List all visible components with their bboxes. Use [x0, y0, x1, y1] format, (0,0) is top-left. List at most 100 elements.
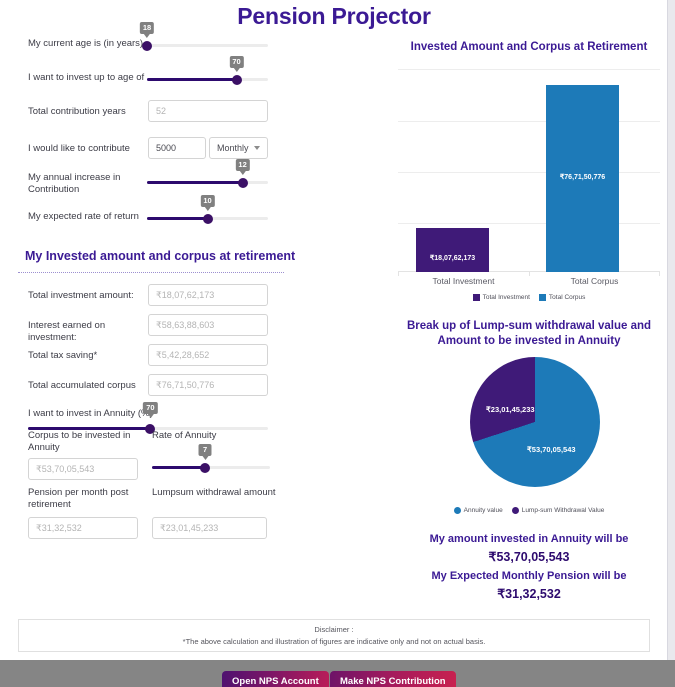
- gridline: [398, 69, 660, 70]
- slider-value-bubble: 70: [143, 402, 158, 418]
- pension-per-month-label: Pension per month post retirement: [28, 487, 148, 511]
- field-invest-upto-age: I want to invest up to age of 70: [0, 56, 300, 98]
- current-age-label: My current age is (in years): [28, 38, 144, 49]
- gridline: [398, 121, 660, 122]
- pension-label-line1: Pension per month post: [28, 487, 129, 498]
- expected-rate-label: My expected rate of return: [28, 211, 139, 222]
- pie-slice-label-lumpsum: ₹23,01,45,233: [486, 405, 535, 414]
- field-total-contribution-years: Total contribution years 52: [0, 98, 300, 135]
- slider-track[interactable]: [147, 44, 268, 47]
- input-panel: My current age is (in years) 18 I want t…: [0, 22, 300, 232]
- current-age-slider[interactable]: 18: [139, 22, 268, 56]
- pension-projector-page: Pension Projector My current age is (in …: [0, 0, 675, 687]
- make-nps-contribution-button[interactable]: Make NPS Contribution: [330, 671, 456, 687]
- total-contribution-years-label: Total contribution years: [28, 106, 126, 117]
- slider-knob[interactable]: [231, 74, 242, 85]
- page-title: Pension Projector: [237, 3, 431, 29]
- chevron-down-icon: [254, 146, 260, 150]
- contribution-amount-input[interactable]: 5000: [148, 137, 206, 159]
- slider-fill: [147, 217, 208, 220]
- annual-increase-slider[interactable]: 12: [147, 159, 268, 193]
- field-total-investment-amount: Total investment amount: ₹18,07,62,173: [0, 284, 300, 314]
- legend-label: Total Corpus: [548, 294, 586, 301]
- section-divider: [18, 272, 284, 273]
- field-contribute: I would like to contribute 5000 Monthly: [0, 135, 300, 170]
- pension-per-month-input[interactable]: ₹31,32,532: [28, 517, 138, 539]
- annuity-summary-value: ₹53,70,05,543: [488, 550, 570, 564]
- rate-of-annuity-slider[interactable]: 7: [152, 444, 270, 478]
- total-investment-amount-input[interactable]: ₹18,07,62,173: [148, 284, 268, 306]
- pie-chart: ₹23,01,45,233 ₹53,70,05,543: [390, 355, 668, 505]
- slider-value-bubble: 18: [139, 22, 155, 38]
- annual-increase-label-line2: Contribution: [28, 184, 80, 195]
- legend-item[interactable]: Total Corpus: [538, 294, 586, 301]
- field-expected-rate: My expected rate of return 10: [0, 195, 300, 232]
- contribution-frequency-select[interactable]: Monthly: [209, 137, 268, 159]
- footer-bar: Open NPS Account Make NPS Contribution: [0, 660, 675, 687]
- pie-slice-label-annuity: ₹53,70,05,543: [527, 445, 576, 454]
- charts-panel: Invested Amount and Corpus at Retirement…: [390, 40, 668, 604]
- invest-upto-age-slider[interactable]: 70: [147, 56, 268, 90]
- bar-chart-legend: Total Investment Total Corpus: [390, 294, 668, 301]
- slider-fill: [152, 466, 206, 469]
- legend-label: Lump-sum Withdrawal Value: [521, 507, 605, 514]
- legend-label: Annuity value: [463, 507, 503, 514]
- slider-fill: [147, 181, 243, 184]
- interest-earned-label: Interest earned on investment:: [28, 320, 106, 343]
- total-accumulated-corpus-input[interactable]: ₹76,71,50,776: [148, 374, 268, 396]
- legend-swatch-icon: [472, 294, 480, 301]
- legend-item[interactable]: Annuity value: [453, 507, 503, 514]
- lumpsum-withdrawal-input[interactable]: ₹23,01,45,233: [152, 517, 267, 539]
- open-nps-account-button[interactable]: Open NPS Account: [222, 671, 329, 687]
- field-interest-earned: Interest earned on investment: ₹58,63,88…: [0, 314, 300, 344]
- gridline: [398, 223, 660, 224]
- expected-rate-slider[interactable]: 10: [147, 195, 268, 229]
- slider-value-bubble: 7: [198, 444, 212, 460]
- disclaimer-text: *The above calculation and illustration …: [182, 637, 486, 646]
- slider-fill: [147, 78, 237, 81]
- bar-category-label: Total Corpus: [570, 276, 619, 286]
- gridline: [398, 172, 660, 173]
- field-total-accumulated-corpus: Total accumulated corpus ₹76,71,50,776: [0, 374, 300, 400]
- slider-value-bubble: 12: [235, 159, 250, 175]
- field-annual-increase: My annual increase in Contribution 12: [0, 159, 300, 202]
- bar-value-label: ₹76,71,50,776: [559, 174, 606, 181]
- field-total-tax-saving: Total tax saving* ₹5,42,28,652: [0, 344, 300, 374]
- interest-earned-input[interactable]: ₹58,63,88,603: [148, 314, 268, 336]
- total-accumulated-corpus-label: Total accumulated corpus: [28, 380, 136, 391]
- pie-chart-legend: Annuity value Lump-sum Withdrawal Value: [390, 507, 668, 514]
- total-tax-saving-label: Total tax saving*: [28, 350, 98, 361]
- legend-item[interactable]: Total Investment: [472, 294, 530, 301]
- legend-swatch-icon: [511, 507, 519, 514]
- bar-chart: ₹18,07,62,173 ₹76,71,50,776 Total Invest…: [398, 67, 660, 286]
- results-section-heading: My Invested amount and corpus at retirem…: [25, 249, 296, 263]
- pension-summary-label: My Expected Monthly Pension will be: [431, 570, 627, 582]
- corpus-annuity-label: Corpus to be invested in Annuity: [28, 430, 131, 453]
- total-contribution-years-input[interactable]: 52: [148, 100, 268, 122]
- lumpsum-withdrawal-label: Lumpsum withdrawal amount: [152, 487, 276, 498]
- legend-swatch-icon: [538, 294, 546, 301]
- annual-increase-label: My annual increase in Contribution: [28, 172, 148, 196]
- slider-knob[interactable]: [142, 40, 152, 51]
- page-sheet: Pension Projector My current age is (in …: [0, 0, 668, 660]
- bar-category-label: Total Investment: [432, 276, 495, 286]
- bar-total-corpus: ₹76,71,50,776: [546, 85, 619, 272]
- legend-item[interactable]: Lump-sum Withdrawal Value: [511, 507, 605, 514]
- slider-value-bubble: 70: [229, 56, 244, 72]
- pension-summary-value: ₹31,32,532: [497, 587, 561, 601]
- corpus-annuity-input[interactable]: ₹53,70,05,543: [28, 458, 138, 480]
- legend-label: Total Investment: [482, 294, 530, 301]
- legend-swatch-icon: [453, 507, 461, 514]
- total-tax-saving-input[interactable]: ₹5,42,28,652: [148, 344, 268, 366]
- pension-label-line2: retirement: [28, 499, 71, 510]
- contribution-frequency-value: Monthly: [217, 143, 249, 153]
- summary-block: My amount invested in Annuity will be ₹5…: [390, 530, 668, 604]
- slider-knob[interactable]: [202, 213, 213, 224]
- slider-value-bubble: 10: [200, 195, 215, 211]
- annual-increase-label-line1: My annual increase in: [28, 172, 121, 183]
- slider-knob[interactable]: [237, 177, 248, 188]
- bar-total-investment: ₹18,07,62,173: [416, 228, 489, 272]
- field-current-age: My current age is (in years) 18: [0, 22, 300, 66]
- slider-knob[interactable]: [200, 462, 211, 473]
- contribute-label: I would like to contribute: [28, 143, 130, 154]
